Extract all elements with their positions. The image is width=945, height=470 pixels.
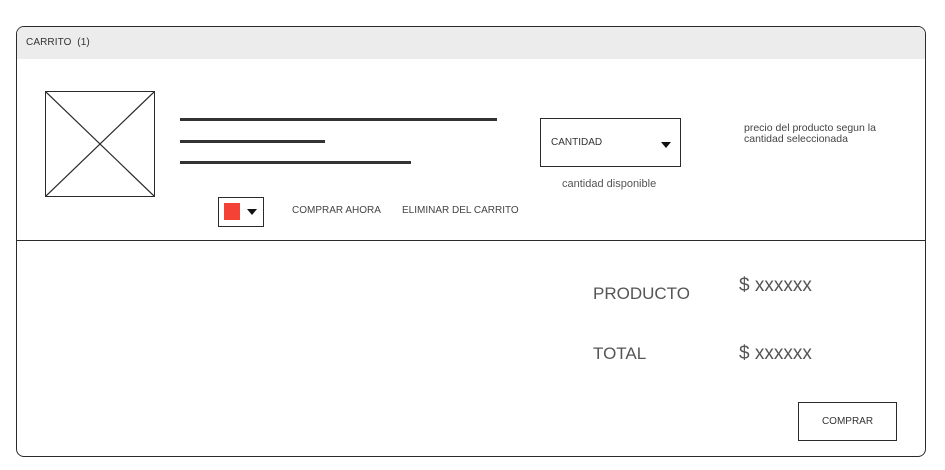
image-placeholder-icon — [46, 92, 154, 196]
price-note: precio del producto segun la cantidad se… — [744, 122, 876, 145]
cart-count: (1) — [77, 37, 90, 48]
product-subtotal-value: $ xxxxxx — [739, 275, 812, 296]
section-divider — [17, 240, 925, 241]
total-label: TOTAL — [593, 344, 647, 363]
product-title-line — [180, 118, 497, 121]
quantity-select[interactable]: CANTIDAD — [540, 118, 681, 167]
color-select[interactable] — [218, 197, 264, 227]
cart-header: CARRITO (1) — [17, 27, 925, 59]
product-image-placeholder — [45, 91, 155, 197]
buy-button[interactable]: COMPRAR — [798, 402, 897, 441]
remove-from-cart-link[interactable]: ELIMINAR DEL CARRITO — [402, 205, 519, 216]
quantity-available: cantidad disponible — [562, 178, 657, 190]
product-subtotal-label: PRODUCTO — [593, 284, 690, 303]
color-swatch — [224, 203, 240, 220]
quantity-select-label: CANTIDAD — [551, 137, 603, 148]
caret-down-icon — [247, 209, 257, 215]
total-value: $ xxxxxx — [739, 343, 812, 364]
buy-now-link[interactable]: COMPRAR AHORA — [292, 205, 381, 216]
cart-title-text: CARRITO — [26, 37, 72, 48]
cart-panel: CARRITO (1) COMPRAR AHORA ELIMINAR DEL C… — [16, 26, 926, 457]
caret-down-icon — [661, 142, 671, 148]
product-subtitle-line — [180, 140, 325, 143]
cart-title: CARRITO (1) — [26, 37, 90, 48]
product-description-line — [180, 161, 411, 164]
